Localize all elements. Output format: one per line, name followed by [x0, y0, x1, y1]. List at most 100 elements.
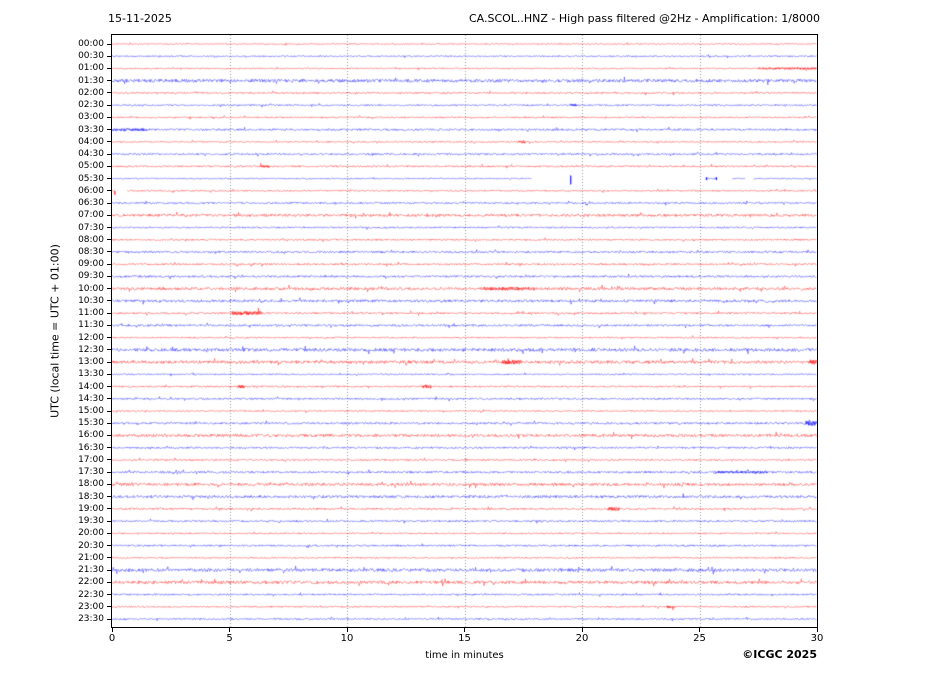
y-tick-mark	[107, 43, 111, 45]
y-tick-mark	[107, 227, 111, 228]
y-tick-mark	[107, 361, 111, 363]
x-tick-mark	[581, 628, 583, 632]
y-tick-mark	[107, 141, 111, 143]
y-tick-label: 23:00	[78, 601, 104, 612]
y-tick-mark	[107, 606, 111, 608]
y-tick-mark	[107, 55, 111, 57]
y-axis-label: UTC (local time = UTC + 01:00)	[48, 244, 62, 418]
y-tick-mark	[107, 618, 111, 620]
y-tick-mark	[107, 214, 111, 216]
y-tick-mark	[107, 178, 111, 180]
y-tick-label: 15:00	[78, 406, 104, 417]
y-tick-label: 09:00	[78, 259, 104, 270]
y-tick-mark	[107, 520, 111, 522]
y-tick-label: 17:30	[78, 467, 104, 478]
seismogram-page: { "header": { "date": "15-11-2025", "tit…	[0, 0, 927, 696]
y-tick-mark	[107, 263, 111, 265]
plot-area	[111, 34, 818, 628]
y-tick-mark	[107, 569, 111, 571]
y-tick-mark	[107, 251, 111, 253]
y-tick-label: 19:00	[78, 503, 104, 514]
y-tick-label: 11:30	[78, 320, 104, 331]
y-tick-mark	[107, 92, 111, 94]
y-tick-label: 21:00	[78, 552, 104, 563]
y-tick-label: 07:30	[78, 222, 104, 233]
y-tick-mark	[107, 557, 111, 559]
x-tick-mark	[816, 628, 818, 632]
y-tick-mark	[107, 496, 111, 498]
y-tick-label: 03:30	[78, 124, 104, 135]
y-tick-mark	[107, 459, 111, 461]
x-tick-mark	[346, 628, 348, 632]
x-tick-mark	[699, 628, 700, 632]
y-tick-label: 16:00	[78, 430, 104, 441]
y-tick-label: 22:00	[78, 577, 104, 588]
y-tick-mark	[107, 398, 111, 400]
plot-main-title: CA.SCOL..HNZ - High pass filtered @2Hz -…	[468, 12, 820, 25]
y-tick-label: 09:30	[78, 271, 104, 282]
x-axis-label: time in minutes	[425, 650, 504, 661]
y-tick-label: 23:30	[78, 614, 104, 624]
y-tick-label: 06:30	[78, 198, 104, 209]
y-tick-mark	[107, 80, 111, 82]
y-tick-mark	[107, 386, 111, 388]
y-tick-label: 02:00	[78, 87, 104, 98]
y-tick-label: 19:30	[78, 516, 104, 527]
y-tick-label: 20:00	[78, 528, 104, 539]
y-tick-label: 00:00	[78, 39, 104, 49]
y-tick-mark	[107, 153, 111, 155]
x-tick-label: 25	[693, 633, 706, 644]
y-tick-label: 12:30	[78, 344, 104, 355]
y-tick-label: 18:00	[78, 479, 104, 490]
x-tick-mark	[111, 628, 113, 632]
y-tick-label: 10:00	[78, 283, 104, 294]
y-tick-mark	[107, 471, 111, 473]
y-tick-label: 08:30	[78, 246, 104, 257]
y-tick-mark	[107, 190, 111, 192]
y-tick-label: 17:00	[78, 454, 104, 465]
x-tick-label: 20	[575, 633, 589, 644]
y-tick-mark	[107, 202, 111, 204]
y-tick-label: 02:30	[78, 100, 104, 111]
y-tick-mark	[107, 104, 111, 106]
y-tick-label: 14:00	[78, 381, 104, 392]
y-tick-mark	[107, 581, 111, 583]
y-tick-label: 01:30	[78, 75, 104, 86]
y-tick-mark	[107, 447, 111, 449]
y-tick-mark	[107, 483, 111, 485]
y-tick-mark	[107, 373, 111, 375]
y-tick-label: 04:00	[78, 136, 104, 147]
y-tick-mark	[107, 67, 111, 69]
y-tick-label: 15:30	[78, 418, 104, 429]
y-tick-label: 12:00	[78, 332, 104, 343]
plot-date-title: 15-11-2025	[108, 12, 172, 25]
y-tick-mark	[107, 324, 111, 326]
y-tick-mark	[107, 545, 111, 547]
y-tick-label: 05:00	[78, 161, 104, 172]
y-tick-label: 18:30	[78, 491, 104, 502]
x-tick-label: 15	[458, 633, 471, 644]
copyright-credit: ©ICGC 2025	[742, 648, 817, 661]
y-tick-mark	[107, 116, 111, 118]
y-tick-mark	[107, 349, 111, 351]
x-tick-label: 0	[108, 633, 116, 644]
y-tick-label: 21:30	[78, 565, 104, 576]
y-tick-mark	[107, 410, 111, 412]
y-tick-mark	[107, 275, 111, 277]
y-tick-mark	[107, 129, 111, 131]
y-tick-label: 04:30	[78, 149, 104, 160]
y-tick-mark	[107, 288, 111, 290]
y-tick-label: 01:00	[78, 63, 104, 74]
x-tick-label: 5	[226, 633, 233, 644]
y-tick-mark	[107, 434, 111, 436]
y-tick-label: 22:30	[78, 589, 104, 600]
x-tick-mark	[464, 628, 465, 632]
x-tick-label: 10	[340, 633, 354, 644]
y-tick-label: 20:30	[78, 540, 104, 551]
y-tick-mark	[107, 594, 111, 596]
y-tick-label: 14:30	[78, 393, 104, 404]
x-tick-label: 30	[810, 633, 824, 644]
y-tick-mark	[107, 165, 111, 167]
x-tick-mark	[229, 628, 230, 632]
y-tick-label: 08:00	[78, 234, 104, 245]
